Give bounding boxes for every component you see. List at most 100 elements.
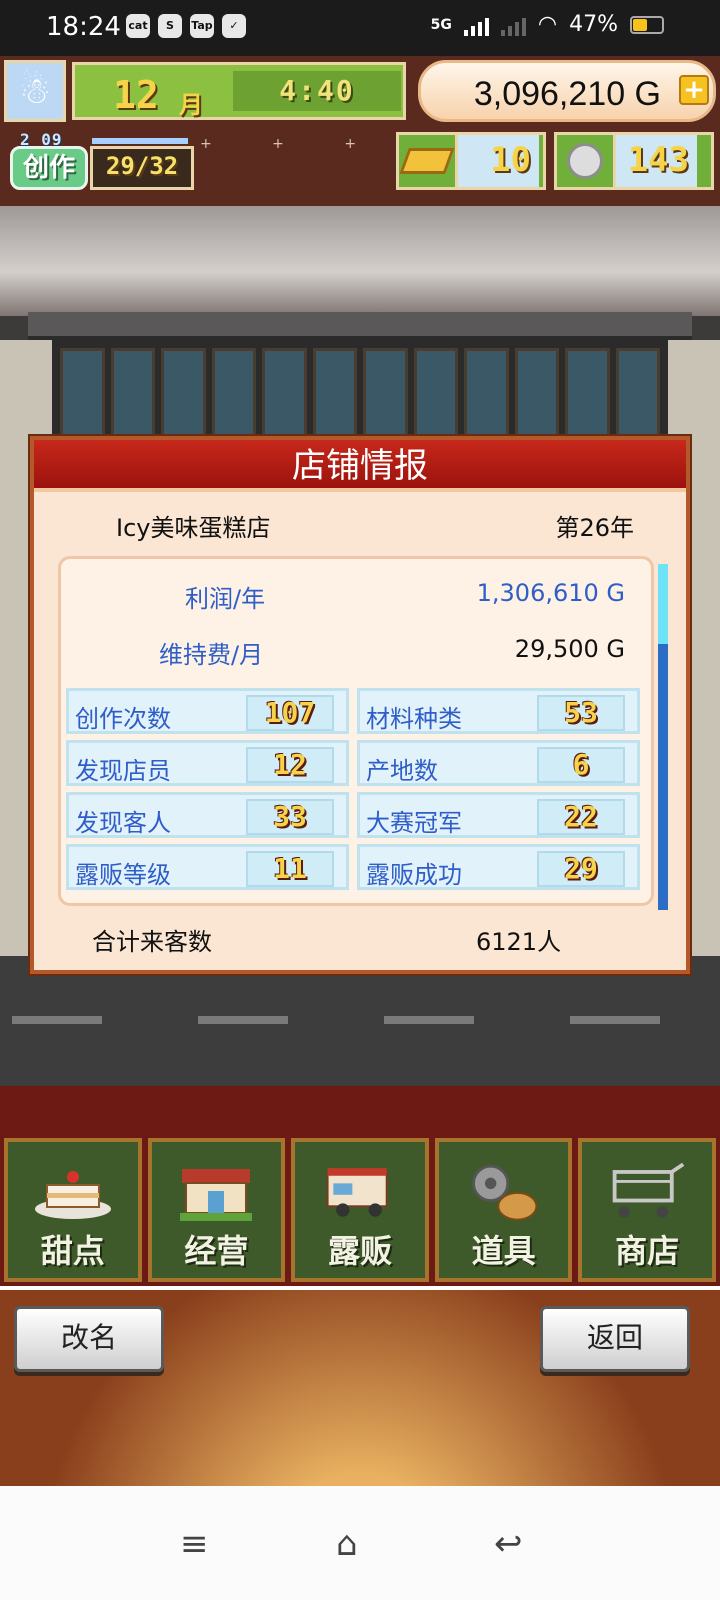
create-count: 29/32	[90, 146, 194, 190]
month-unit: 月	[179, 91, 203, 119]
stat-stall-success: 露贩成功 29	[357, 844, 640, 890]
total-customers-row: 合计来客数 6121人	[34, 914, 686, 958]
menu-label: 露贩	[327, 1232, 392, 1270]
battery-percent: 47%	[569, 12, 618, 37]
stat-label: 创作次数	[75, 705, 171, 733]
shop-header: Icy美味蛋糕店 第26年	[34, 498, 686, 548]
gear-and-bag-icon	[464, 1156, 544, 1226]
menu-label: 商店	[615, 1232, 680, 1270]
profit-label: 利润/年	[185, 585, 266, 613]
home-icon[interactable]: ⌂	[336, 1524, 358, 1564]
menu-icon[interactable]: ≡	[180, 1524, 209, 1564]
medal-count: 143	[613, 135, 697, 187]
cat-app-icon: cat	[126, 14, 150, 38]
upkeep-value: 29,500 G	[514, 635, 625, 663]
medal-counter[interactable]: 143	[554, 132, 714, 190]
taptap-app-icon: Tap	[190, 14, 214, 38]
shop-building-icon	[176, 1156, 256, 1226]
stat-value: 22	[537, 799, 625, 835]
red-carpet	[0, 1086, 720, 1136]
stat-contest-wins: 大赛冠军 22	[357, 792, 640, 838]
shop-awning	[28, 312, 692, 340]
signal-2-icon	[500, 14, 526, 36]
game-clock: 4:40	[233, 71, 401, 111]
notification-icons: cat S Tap ✓	[126, 14, 246, 38]
gold-bar-count: 10	[455, 135, 539, 187]
status-time: 18:24	[46, 12, 121, 42]
stat-label: 材料种类	[366, 705, 462, 733]
stat-value: 6	[537, 747, 625, 783]
stat-value: 33	[246, 799, 334, 835]
menu-items[interactable]: 道具	[434, 1138, 573, 1282]
upkeep-label: 维持费/月	[159, 641, 264, 669]
stat-value: 107	[246, 695, 334, 731]
stat-label: 发现店员	[75, 757, 171, 785]
stat-customers-found: 发现客人 33	[66, 792, 349, 838]
main-menu: 甜点 经营 露贩 道具 商店	[0, 1134, 720, 1286]
system-nav-bar: ≡ ⌂ ↩	[0, 1486, 720, 1600]
menu-management[interactable]: 经营	[147, 1138, 286, 1282]
signal-icon	[463, 14, 489, 36]
menu-food-truck[interactable]: 露贩	[291, 1138, 429, 1282]
total-label: 合计来客数	[92, 928, 212, 956]
stats-grid: 创作次数 107 材料种类 53 发现店员 12 产地数 6 发现客人 33 大赛冠军 22…	[66, 688, 640, 890]
snowy-roof	[0, 206, 720, 316]
stat-value: 12	[246, 747, 334, 783]
shop-info-dialog: 店铺情报 Icy美味蛋糕店 第26年 利润/年 1,306,610 G 维持费/…	[30, 436, 690, 974]
dialog-title: 店铺情报	[34, 440, 686, 492]
stat-label: 露贩等级	[75, 861, 171, 889]
stat-label: 发现客人	[75, 809, 171, 837]
wifi-icon: ◠	[537, 12, 558, 37]
rename-button[interactable]: 改名	[14, 1306, 164, 1372]
menu-dessert[interactable]: 甜点	[4, 1138, 142, 1282]
stat-origins: 产地数 6	[357, 740, 640, 786]
stat-label: 产地数	[366, 757, 438, 785]
bottom-panel: 改名 返回	[0, 1290, 720, 1486]
profit-row: 利润/年 1,306,610 G	[61, 579, 657, 619]
stat-value: 11	[246, 851, 334, 887]
shop-year: 第26年	[555, 514, 634, 542]
create-progress-bar	[92, 138, 188, 144]
total-value: 6121人	[476, 928, 562, 956]
menu-label: 甜点	[40, 1232, 105, 1270]
top-hud: ☃ 12 月 4:40 3,096,210 G +	[0, 56, 720, 126]
profit-value: 1,306,610 G	[476, 579, 625, 607]
stat-creations: 创作次数 107	[66, 688, 349, 734]
medal-icon	[557, 135, 613, 187]
shopping-cart-icon	[607, 1156, 687, 1226]
upkeep-row: 维持费/月 29,500 G	[61, 635, 657, 675]
create-label: 创作	[10, 146, 88, 190]
stat-label: 大赛冠军	[366, 809, 462, 837]
create-counter[interactable]: 2 09 创作 29/32	[6, 130, 194, 192]
status-bar: 18:24 cat S Tap ✓ 5G ◠ 47%	[0, 0, 720, 56]
menu-label: 经营	[184, 1232, 249, 1270]
shop-name: Icy美味蛋糕店	[116, 514, 271, 542]
street	[0, 956, 720, 1086]
stat-value: 53	[537, 695, 625, 731]
stat-staff-found: 发现店员 12	[66, 740, 349, 786]
battery-icon	[630, 15, 664, 34]
menu-label: 道具	[471, 1232, 536, 1270]
back-icon[interactable]: ↩	[494, 1524, 523, 1564]
game-screen: 18:24 cat S Tap ✓ 5G ◠ 47% ☃ 12 月 4:40 3…	[0, 0, 720, 1600]
add-gold-button[interactable]: +	[679, 75, 709, 105]
gold-counter: 3,096,210 G +	[418, 60, 716, 122]
check-app-icon: ✓	[222, 14, 246, 38]
gold-bar-icon	[399, 135, 455, 187]
sync-app-icon: S	[158, 14, 182, 38]
stats-scrollbar[interactable]	[658, 564, 668, 910]
network-label: 5G	[430, 16, 452, 33]
gold-bar-counter[interactable]: 10	[396, 132, 546, 190]
month-number: 12	[113, 73, 159, 117]
back-button[interactable]: 返回	[540, 1306, 690, 1372]
stat-value: 29	[537, 851, 625, 887]
calendar-panel: 12 月 4:40	[72, 62, 406, 120]
cake-icon	[33, 1156, 113, 1226]
stat-label: 露贩成功	[366, 861, 462, 889]
menu-store[interactable]: 商店	[578, 1138, 716, 1282]
snowman-avatar-icon[interactable]: ☃	[4, 60, 66, 122]
stat-stall-level: 露贩等级 11	[66, 844, 349, 890]
gold-amount: 3,096,210 G	[473, 75, 661, 113]
stat-ingredient-types: 材料种类 53	[357, 688, 640, 734]
status-right: 5G ◠ 47%	[431, 12, 664, 37]
